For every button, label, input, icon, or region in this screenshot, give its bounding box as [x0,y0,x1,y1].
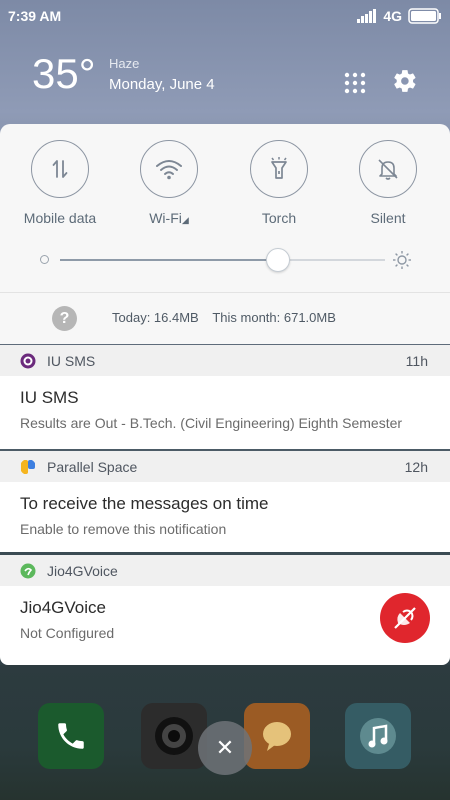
toggle-label: Torch [261,210,297,226]
weather-date: Monday, June 4 [109,76,215,93]
jio4gvoice-app-icon [20,563,36,578]
close-icon: ✕ [215,735,235,760]
network-type: 4G [383,8,402,24]
toggle-torch[interactable]: Torch [234,140,324,226]
notification-text: Enable to remove this notification [20,521,227,537]
torch-icon [271,157,287,179]
notification-app-name: Jio4GVoice [47,562,118,579]
data-usage-text: Today: 16.4MB This month: 671.0MB [112,310,336,325]
brightness-knob[interactable] [265,248,290,272]
brightness-fill [60,259,278,261]
notification-parallel-space[interactable]: Parallel Space 12h To receive the messag… [0,451,450,552]
notification-title: IU SMS [20,388,79,407]
notification-body[interactable]: Jio4GVoice Not Configured [0,586,450,658]
notification-iu-sms[interactable]: IU SMS 11h IU SMS Results are Out - B.Te… [0,345,450,449]
notification-text: Results are Out - B.Tech. (Civil Enginee… [20,415,403,431]
mobile-data-icon [52,160,68,178]
toggle-label: Silent [370,210,406,226]
notification-header: IU SMS 11h [0,345,450,376]
dismiss-all-button[interactable]: ✕ [198,721,252,775]
data-today: Today: 16.4MB [112,310,199,325]
notification-app-name: Parallel Space [47,458,138,475]
message-app-icon[interactable] [244,703,310,769]
toggle-wifi[interactable]: Wi-Fi◢ [124,140,214,226]
toggle-silent[interactable]: Silent [343,140,433,226]
weather-condition: Haze [109,56,140,71]
notification-body[interactable]: To receive the messages on time Enable t… [0,482,450,552]
status-bar: 7:39 AM 4G [0,0,450,32]
iu-sms-app-icon [20,353,36,368]
music-app-icon[interactable] [345,703,411,769]
notification-header: Jio4GVoice [0,555,450,586]
toggle-circle [250,140,308,198]
toggle-label: Wi-Fi◢ [149,210,189,226]
signal-icon [357,9,377,23]
battery-icon [408,8,441,24]
wifi-icon [156,160,182,180]
grid-icon[interactable] [342,70,368,96]
toggle-label: Mobile data [23,210,97,226]
weather-header: 35° Haze Monday, June 4 [0,32,450,124]
silent-bell-icon [378,159,398,180]
brightness-low-icon [40,255,49,264]
toggle-mobile-data[interactable]: Mobile data [15,140,105,226]
help-icon[interactable]: ? [52,306,77,331]
mic-off-icon [394,607,416,629]
quick-settings-panel: Mobile data Wi-Fi◢ Torch Silent ? Today:… [0,124,450,344]
brightness-high-icon [393,251,411,269]
mute-call-button[interactable] [380,593,430,643]
data-month: This month: 671.0MB [212,310,336,325]
notification-title: To receive the messages on time [20,494,269,513]
notification-time: 12h [404,458,428,475]
notification-text: Not Configured [20,625,115,641]
notification-time: 11h [405,352,428,369]
notification-title: Jio4GVoice [20,598,106,617]
status-time: 7:39 AM [8,8,62,24]
camera-app-icon[interactable] [141,703,207,769]
toggle-circle [31,140,89,198]
notification-app-name: IU SMS [47,352,96,369]
data-usage-row[interactable]: ? Today: 16.4MB This month: 671.0MB [0,293,450,344]
temperature: 35° [32,50,96,97]
toggle-circle [359,140,417,198]
toggle-circle [140,140,198,198]
notification-jio4gvoice[interactable]: Jio4GVoice Jio4GVoice Not Configured [0,555,450,665]
brightness-slider[interactable] [36,248,416,272]
gear-icon[interactable] [392,68,418,94]
phone-app-icon[interactable] [38,703,104,769]
notification-header: Parallel Space 12h [0,451,450,482]
parallel-space-app-icon [21,459,35,474]
notification-body[interactable]: IU SMS Results are Out - B.Tech. (Civil … [0,376,450,448]
brightness-track[interactable] [60,259,385,261]
